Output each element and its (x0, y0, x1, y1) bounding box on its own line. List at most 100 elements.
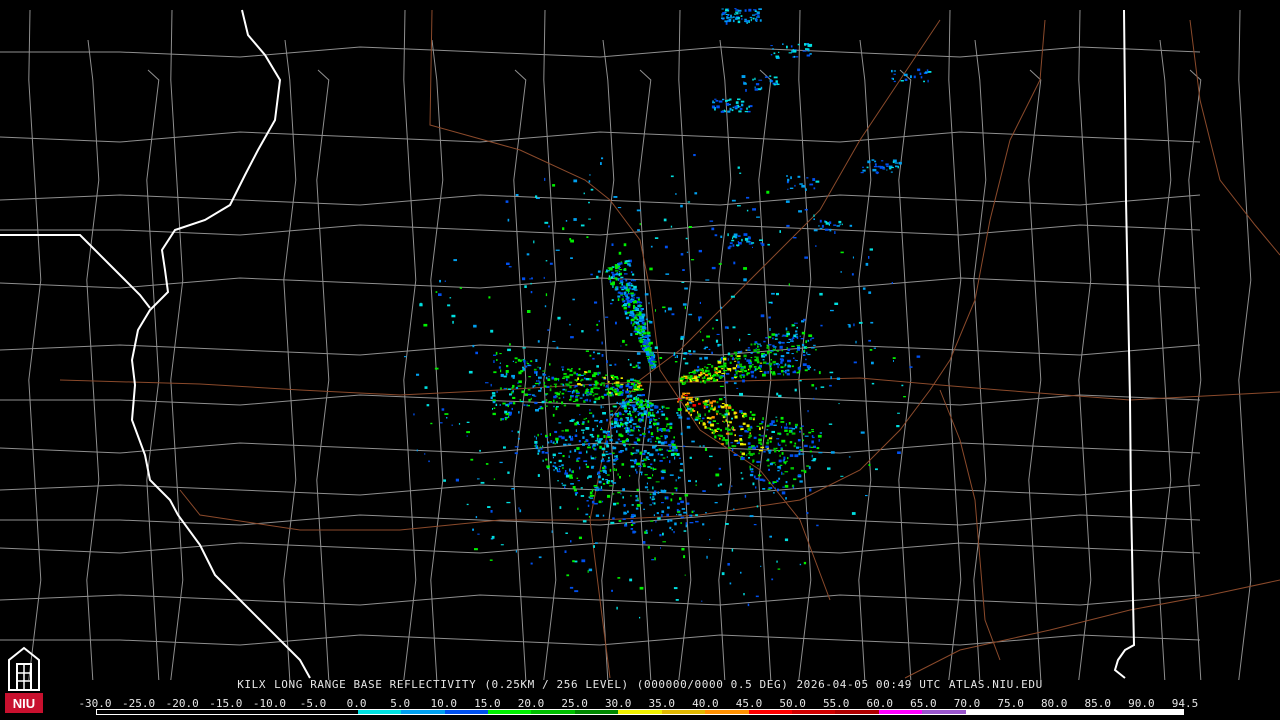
echo-pixel (547, 329, 550, 331)
echo-pixel (840, 475, 844, 477)
echo-pixel (624, 312, 628, 315)
echo-pixel (767, 352, 769, 355)
echo-pixel (644, 486, 648, 489)
echo-pixel (748, 8, 752, 12)
echo-pixel (660, 547, 661, 549)
echo-pixel (920, 76, 923, 79)
echo-pixel (632, 366, 636, 368)
echo-pixel (778, 450, 780, 452)
echo-pixel (540, 387, 542, 390)
echo-pixel (515, 386, 519, 389)
echo-pixel (514, 446, 519, 448)
echo-pixel (709, 220, 714, 222)
echo-pixel (586, 500, 589, 502)
echo-pixel (608, 381, 610, 383)
echo-pixel (596, 437, 599, 441)
echo-pixel (570, 437, 574, 441)
echo-pixel (690, 400, 695, 403)
echo-pixel (802, 363, 807, 366)
echo-pixel (552, 340, 556, 342)
echo-pixel (610, 521, 615, 524)
echo-pixel (758, 450, 763, 452)
echo-pixel (714, 429, 717, 432)
echo-pixel (645, 456, 649, 459)
echo-pixel (618, 402, 622, 405)
echo-pixel (711, 404, 713, 408)
echo-pixel (610, 374, 615, 377)
echo-pixel (775, 55, 779, 58)
echo-pixel (754, 10, 757, 12)
echo-pixel (588, 442, 591, 445)
echo-pixel (441, 408, 445, 411)
echo-pixel (769, 535, 772, 538)
echo-pixel (821, 224, 824, 228)
echo-pixel (475, 516, 478, 519)
echo-pixel (671, 449, 675, 452)
echo-pixel (523, 358, 525, 360)
echo-pixel (590, 390, 593, 393)
echo-pixel (633, 460, 635, 463)
echo-pixel (782, 486, 785, 488)
echo-pixel (763, 361, 767, 364)
echo-pixel (800, 338, 804, 340)
echo-pixel (926, 69, 929, 72)
echo-pixel (649, 321, 653, 324)
echo-pixel (675, 449, 678, 452)
echo-pixel (643, 450, 647, 453)
echo-pixel (631, 390, 636, 392)
echo-pixel (492, 408, 493, 410)
echo-pixel (840, 271, 842, 273)
echo-pixel (649, 493, 652, 495)
echo-pixel (599, 421, 601, 424)
echo-pixel (632, 522, 636, 525)
echo-pixel (750, 370, 754, 374)
echo-pixel (759, 345, 762, 347)
echo-pixel (666, 456, 668, 458)
echo-pixel (631, 273, 635, 276)
echo-pixel (440, 422, 443, 424)
echo-pixel (708, 421, 712, 424)
echo-pixel (572, 560, 575, 563)
echo-pixel (530, 562, 533, 565)
echo-pixel (578, 536, 582, 540)
echo-pixel (755, 486, 757, 489)
echo-pixel (680, 381, 682, 384)
echo-pixel (535, 195, 538, 198)
county-line (543, 9, 557, 681)
echo-pixel (649, 354, 654, 356)
echo-pixel (576, 373, 578, 376)
logo-text: NIU (13, 696, 35, 711)
echo-pixel (649, 407, 651, 409)
echo-pixel (606, 360, 608, 364)
echo-pixel (505, 413, 509, 416)
echo-pixel (589, 354, 592, 357)
echo-pixel (635, 468, 637, 472)
echo-pixel (620, 423, 624, 426)
echo-pixel (601, 376, 604, 379)
echo-pixel (569, 420, 574, 422)
echo-pixel (737, 244, 739, 247)
echo-pixel (631, 283, 633, 285)
echo-pixel (839, 223, 841, 226)
echo-pixel (633, 452, 638, 454)
echo-pixel (540, 448, 543, 450)
echo-pixel (720, 306, 723, 309)
echo-pixel (585, 389, 589, 393)
echo-pixel (813, 214, 815, 217)
mississippi-river-border (130, 9, 311, 679)
echo-pixel (588, 218, 591, 220)
echo-pixel (562, 383, 565, 387)
echo-pixel (635, 437, 639, 439)
echo-pixel (548, 225, 550, 228)
echo-pixel (898, 161, 902, 165)
echo-pixel (656, 422, 660, 426)
echo-pixel (561, 430, 565, 432)
echo-pixel (509, 343, 511, 346)
echo-pixel (623, 286, 628, 290)
echo-pixel (607, 459, 611, 462)
echo-pixel (704, 346, 708, 348)
echo-pixel (675, 479, 677, 482)
echo-pixel (691, 440, 695, 443)
echo-pixel (603, 377, 606, 379)
echo-pixel (794, 359, 797, 361)
